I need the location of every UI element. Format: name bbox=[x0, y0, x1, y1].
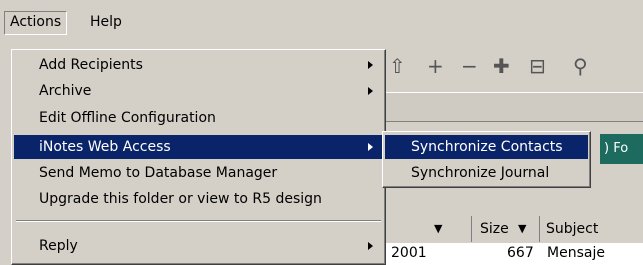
menu-item-label: Reply bbox=[39, 238, 78, 254]
menu-item-label: Send Memo to Database Manager bbox=[39, 165, 278, 181]
sort-down-icon: ▼ bbox=[434, 222, 443, 235]
view-title-text: ) Fo bbox=[604, 141, 629, 156]
message-list: 2001 667 Mensaje bbox=[383, 243, 643, 265]
column-header-date[interactable]: ▼ bbox=[420, 216, 472, 242]
toolbar: ⇧ + − ✚ ⊟ ⚲ bbox=[383, 52, 643, 86]
menu-separator bbox=[16, 220, 381, 222]
menu-item-reply[interactable]: Reply bbox=[14, 234, 383, 258]
column-label-subject: Subject bbox=[546, 221, 599, 237]
menu-item-label: iNotes Web Access bbox=[39, 139, 171, 155]
menu-actions[interactable]: Actions bbox=[4, 11, 68, 35]
collapse-all-icon[interactable]: ⊟ bbox=[529, 54, 546, 78]
view-title-band: ) Fo bbox=[600, 134, 643, 164]
toolbar-strip bbox=[383, 92, 643, 122]
menu-item-upgrade-folder[interactable]: Upgrade this folder or view to R5 design bbox=[14, 187, 383, 211]
expand-icon[interactable]: + bbox=[427, 54, 444, 78]
menu-item-label: Archive bbox=[39, 83, 92, 99]
column-header-subject[interactable]: Subject bbox=[540, 216, 643, 242]
menu-item-label: Synchronize Journal bbox=[411, 165, 550, 181]
up-arrow-icon[interactable]: ⇧ bbox=[389, 54, 406, 78]
menu-item-label: Edit Offline Configuration bbox=[39, 110, 216, 126]
menu-item-synchronize-contacts[interactable]: Synchronize Contacts bbox=[385, 135, 588, 159]
inotes-submenu: Synchronize Contacts Synchronize Journal bbox=[382, 131, 591, 188]
submenu-arrow-icon bbox=[368, 242, 373, 250]
sort-down-icon: ▼ bbox=[518, 222, 527, 235]
menu-item-archive[interactable]: Archive bbox=[14, 79, 383, 103]
menu-item-label: Upgrade this folder or view to R5 design bbox=[39, 191, 322, 207]
actions-menu: Add Recipients Archive Edit Offline Conf… bbox=[11, 49, 386, 265]
menu-item-inotes-web-access[interactable]: iNotes Web Access bbox=[14, 135, 383, 159]
menu-item-label: Synchronize Contacts bbox=[411, 139, 563, 155]
expand-all-icon[interactable]: ✚ bbox=[493, 54, 510, 78]
menu-bar: Actions Help bbox=[0, 0, 643, 42]
search-icon[interactable]: ⚲ bbox=[573, 54, 588, 78]
menu-item-add-recipients[interactable]: Add Recipients bbox=[14, 53, 383, 77]
menu-item-send-memo[interactable]: Send Memo to Database Manager bbox=[14, 161, 383, 185]
row-size: 667 bbox=[507, 245, 534, 261]
submenu-arrow-icon bbox=[368, 143, 373, 151]
menu-help[interactable]: Help bbox=[84, 11, 128, 33]
menu-item-edit-offline-configuration[interactable]: Edit Offline Configuration bbox=[14, 106, 383, 130]
submenu-arrow-icon bbox=[368, 87, 373, 95]
column-label-size: Size bbox=[480, 221, 509, 237]
row-date: 2001 bbox=[391, 245, 427, 261]
column-header-size[interactable]: Size ▼ bbox=[472, 216, 540, 242]
menu-item-label: Add Recipients bbox=[39, 57, 143, 73]
menu-item-synchronize-journal[interactable]: Synchronize Journal bbox=[385, 161, 588, 185]
row-subject: Mensaje bbox=[547, 245, 605, 261]
submenu-arrow-icon bbox=[368, 61, 373, 69]
collapse-icon[interactable]: − bbox=[461, 54, 478, 78]
